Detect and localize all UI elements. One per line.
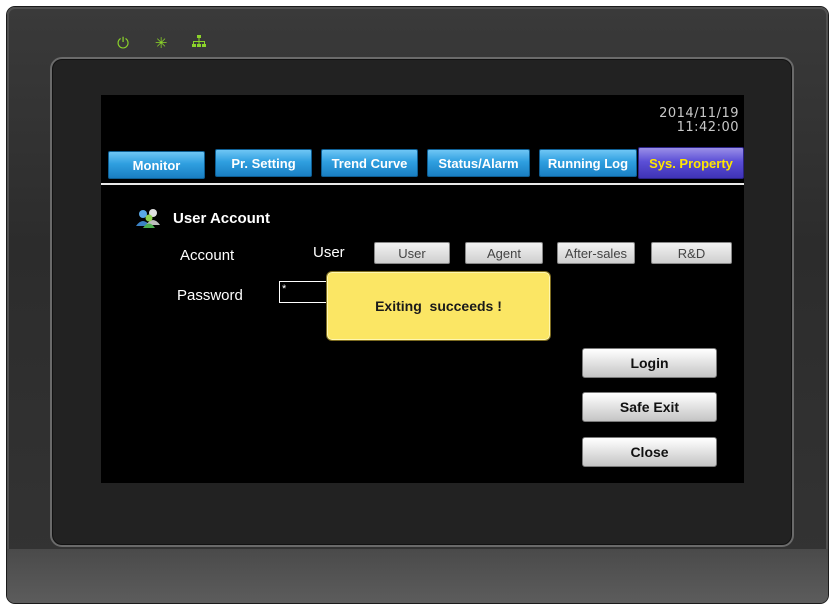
date-text: 2014/11/19 — [659, 106, 739, 121]
account-agent-button[interactable]: Agent — [465, 242, 543, 264]
login-button[interactable]: Login — [582, 348, 717, 378]
account-label: Account — [180, 247, 235, 264]
network-icon — [191, 35, 207, 52]
datetime-display: 2014/11/19 11:42:00 — [659, 107, 739, 135]
user-account-header: User Account — [135, 208, 270, 228]
status-indicators: ⏻ ✳ — [115, 35, 207, 52]
safe-exit-button[interactable]: Safe Exit — [582, 392, 717, 422]
tab-sys-property[interactable]: Sys. Property — [638, 147, 744, 179]
current-account-value: User — [313, 244, 345, 261]
user-account-title: User Account — [173, 209, 270, 227]
tab-trend-curve[interactable]: Trend Curve — [321, 149, 418, 177]
tab-running-log[interactable]: Running Log — [539, 149, 637, 177]
main-tabs: Monitor Pr. Setting Trend Curve Status/A… — [108, 147, 744, 179]
hmi-screen: 2014/11/19 11:42:00 Monitor Pr. Setting … — [101, 95, 744, 483]
time-text: 11:42:00 — [676, 120, 739, 135]
password-field[interactable]: * — [279, 281, 329, 303]
tab-divider — [101, 183, 744, 185]
dialog-message: Exiting succeeds ! — [375, 298, 502, 314]
users-icon — [135, 208, 163, 228]
tab-pr-setting[interactable]: Pr. Setting — [215, 149, 312, 177]
tab-monitor[interactable]: Monitor — [108, 151, 205, 179]
power-icon: ⏻ — [117, 34, 129, 52]
password-label: Password — [177, 287, 243, 304]
close-button[interactable]: Close — [582, 437, 717, 467]
tab-status-alarm[interactable]: Status/Alarm — [427, 149, 530, 177]
account-user-button[interactable]: User — [374, 242, 450, 264]
device-bottom-panel — [7, 549, 828, 603]
account-rd-button[interactable]: R&D — [651, 242, 732, 264]
account-after-sales-button[interactable]: After-sales — [557, 242, 635, 264]
exit-success-dialog[interactable]: Exiting succeeds ! — [326, 271, 551, 341]
sun-icon: ✳ — [154, 34, 168, 52]
